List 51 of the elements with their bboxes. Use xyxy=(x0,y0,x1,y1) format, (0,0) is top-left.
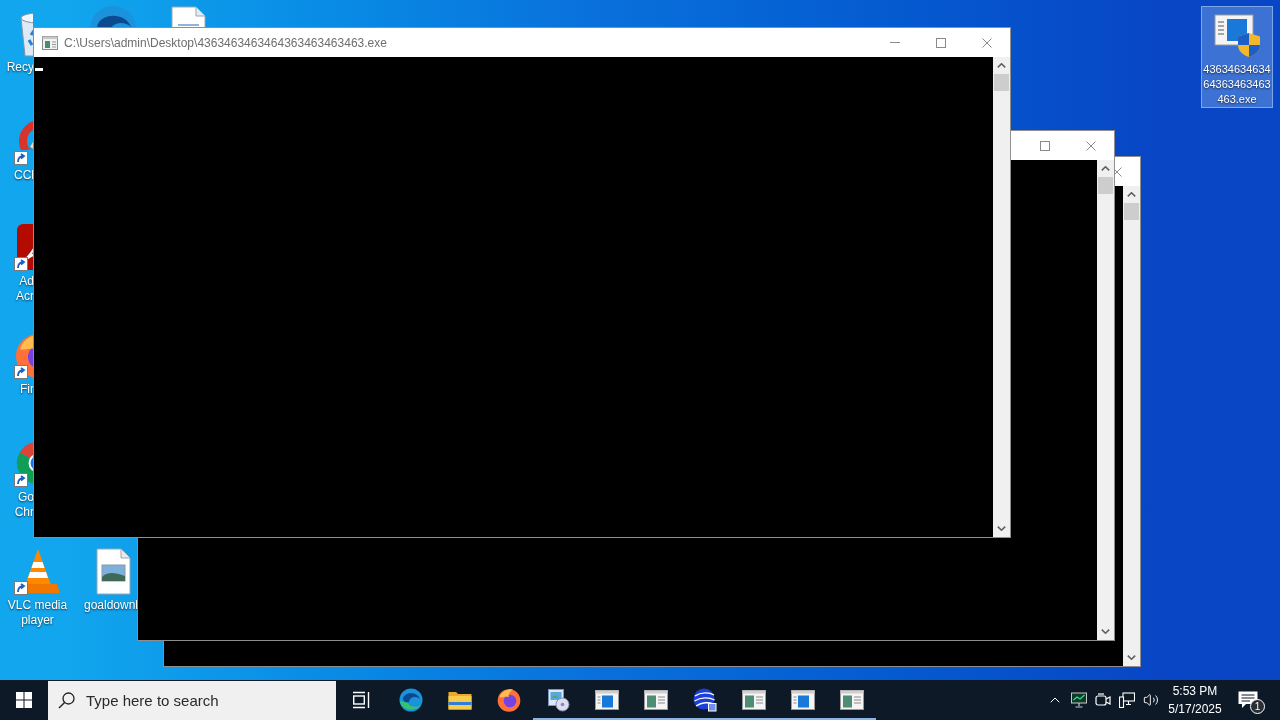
scrollbar[interactable] xyxy=(1097,160,1114,640)
maximize-icon xyxy=(1040,140,1050,151)
icon-label: Ad Acr xyxy=(15,274,34,304)
minimize-icon xyxy=(890,42,900,43)
icon-label: VLC media player xyxy=(6,598,69,628)
scroll-up-icon[interactable] xyxy=(1101,166,1110,171)
icon-label: CCl xyxy=(13,168,34,183)
scroll-down-icon[interactable] xyxy=(1101,629,1110,634)
icon-label: Fir xyxy=(19,382,34,397)
window-title: C:\Users\admin\Desktop\4363463463464363463463463.exe xyxy=(64,34,387,52)
clock-button[interactable]: 5:53 PM 5/17/2025 xyxy=(1163,682,1227,718)
notification-badge: 1 xyxy=(1250,699,1265,714)
window-icon xyxy=(839,690,864,710)
close-icon xyxy=(1086,140,1096,151)
swirl-logo-icon xyxy=(398,688,423,712)
search-icon xyxy=(58,692,75,709)
scrollbar[interactable] xyxy=(1123,186,1140,666)
network-icon[interactable] xyxy=(1119,692,1135,708)
window-shield-icon[interactable] xyxy=(1213,11,1261,59)
scrollbar[interactable] xyxy=(993,57,1010,537)
flame-ball-icon xyxy=(496,688,521,712)
icon-label: Recy xyxy=(5,60,34,75)
notification-button[interactable]: 1 xyxy=(1227,680,1269,720)
task-view-icon xyxy=(352,691,370,709)
monitor-icon[interactable] xyxy=(1071,692,1087,708)
window-icon xyxy=(643,690,668,710)
camera-icon[interactable] xyxy=(1095,692,1111,708)
ringed-globe-icon xyxy=(692,688,717,712)
scrollbar-thumb[interactable] xyxy=(1098,177,1113,194)
scroll-down-icon[interactable] xyxy=(1127,655,1136,660)
close-icon xyxy=(982,37,992,48)
console-window-icon xyxy=(42,35,58,50)
volume-icon[interactable] xyxy=(1143,692,1159,708)
icon-label: Go Chr xyxy=(13,490,34,520)
scroll-up-icon[interactable] xyxy=(997,63,1006,68)
folder-icon xyxy=(447,690,472,710)
maximize-icon xyxy=(936,37,946,48)
close-icon[interactable] xyxy=(1112,166,1122,177)
scroll-up-icon[interactable] xyxy=(1127,192,1136,197)
start-icon xyxy=(16,692,32,708)
scrollbar-thumb[interactable] xyxy=(994,74,1009,91)
search-field[interactable]: Type here to search xyxy=(48,681,336,720)
icon-label: 4363463463464363463463463.exe xyxy=(1202,62,1272,107)
scroll-down-icon[interactable] xyxy=(997,526,1006,531)
scrollbar-thumb[interactable] xyxy=(1124,203,1139,220)
selected-desktop-icon[interactable]: 4363463463464363463463463.exe xyxy=(1201,6,1273,108)
window-icon xyxy=(741,690,766,710)
window-icon xyxy=(594,690,619,710)
computer-disc-icon xyxy=(545,688,570,712)
window-icon xyxy=(790,690,815,710)
icon-label: goaldownl xyxy=(82,598,138,613)
